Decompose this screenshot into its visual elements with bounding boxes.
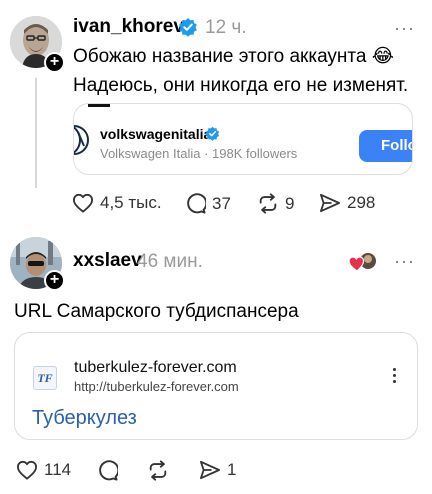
volkswagen-logo-icon bbox=[74, 125, 89, 155]
post2-time: 46 мин. bbox=[137, 251, 203, 272]
site-favicon-icon: TF bbox=[33, 366, 57, 390]
thread-line bbox=[35, 78, 37, 188]
heart-icon bbox=[73, 193, 93, 213]
like-button[interactable]: 114 bbox=[16, 460, 71, 480]
share-count: 1 bbox=[227, 460, 237, 479]
heart-icon bbox=[16, 460, 37, 480]
link-url: http://tuberkulez-forever.com bbox=[74, 379, 239, 394]
share-icon bbox=[200, 460, 220, 480]
repost-icon bbox=[149, 460, 167, 481]
follow-plus-icon[interactable]: + bbox=[44, 52, 65, 73]
share-count: 298 bbox=[347, 193, 376, 212]
embed-top-bar bbox=[88, 104, 110, 107]
reply-button[interactable] bbox=[97, 460, 124, 481]
verified-badge-icon bbox=[179, 18, 197, 37]
follow-plus-icon[interactable]: + bbox=[44, 270, 65, 291]
like-count: 4,5 тыс. bbox=[100, 193, 162, 212]
post2-username[interactable]: xxslaev bbox=[73, 250, 142, 272]
follow-button[interactable]: Follow bbox=[359, 130, 412, 162]
link-preview-card[interactable]: TF tuberkulez-forever.com http://tuberku… bbox=[14, 332, 418, 440]
link-domain: tuberkulez-forever.com bbox=[74, 359, 237, 376]
embedded-account-card[interactable]: volkswagenitalia Volkswagen Italia · 198… bbox=[73, 103, 413, 175]
share-button[interactable]: 1 bbox=[199, 460, 236, 480]
post1-username[interactable]: ivan_khorev bbox=[73, 16, 184, 38]
embed-account-name: volkswagenitalia bbox=[100, 126, 212, 142]
liked-by-reaction bbox=[348, 250, 376, 274]
share-button[interactable]: 298 bbox=[319, 193, 375, 213]
like-button[interactable]: 4,5 тыс. bbox=[72, 193, 162, 213]
post2-more-icon[interactable]: ··· bbox=[394, 251, 415, 272]
reply-count: 37 bbox=[212, 193, 231, 213]
kebab-icon[interactable] bbox=[393, 368, 397, 386]
verified-badge-icon bbox=[205, 126, 220, 141]
comment-icon bbox=[99, 460, 118, 481]
post1-text-line2: Надеюсь, они никогда его не изменят. bbox=[73, 75, 409, 96]
like-count: 114 bbox=[44, 460, 72, 479]
post1-more-icon[interactable]: ··· bbox=[394, 18, 415, 39]
repost-button[interactable]: 9 bbox=[257, 193, 294, 214]
repost-count: 9 bbox=[285, 193, 295, 213]
share-icon bbox=[319, 193, 340, 213]
post2-text: URL Самарского тубдиспансера bbox=[14, 301, 299, 322]
repost-button[interactable] bbox=[147, 460, 175, 481]
link-title[interactable]: Туберкулез bbox=[32, 407, 137, 430]
post1-time: 12 ч. bbox=[205, 17, 247, 38]
comment-icon bbox=[187, 193, 206, 214]
repost-icon bbox=[259, 193, 277, 214]
embed-account-subtitle: Volkswagen Italia · 198K followers bbox=[100, 146, 298, 161]
post1-text-line1: Обожаю название этого аккаунта 😂 bbox=[73, 46, 394, 67]
reply-button[interactable]: 37 bbox=[185, 193, 231, 214]
